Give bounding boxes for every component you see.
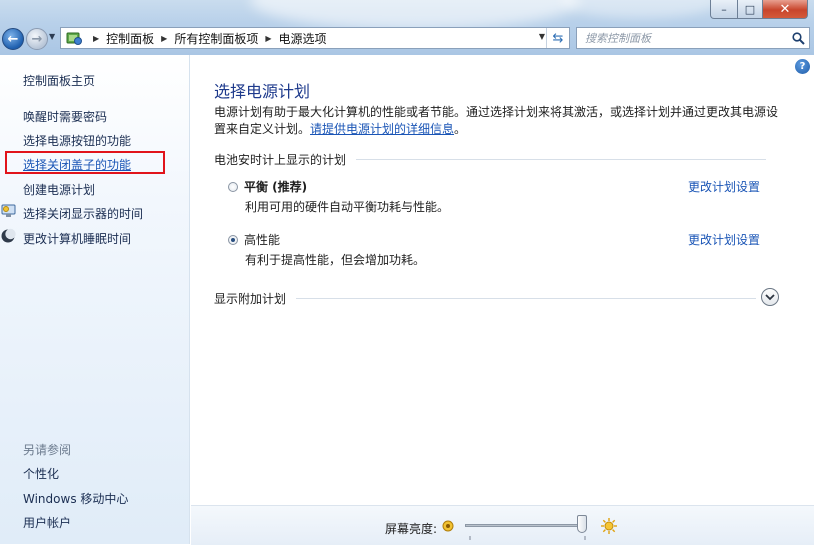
divider [296,298,757,299]
breadcrumb-separator-icon[interactable]: ▶ [161,34,167,43]
help-icon[interactable]: ? [795,59,810,74]
sidebar-item-control-panel-home[interactable]: 控制面板主页 [23,72,95,89]
search-box[interactable] [576,27,810,49]
chevron-down-icon [765,294,775,301]
page-title: 选择电源计划 [214,82,311,101]
breadcrumb-power-options[interactable]: 电源选项 [279,30,327,47]
high-performance-plan-radio[interactable] [228,235,238,245]
refresh-icon[interactable]: ⇆ [546,28,569,48]
sidebar-item-display-off[interactable]: 选择关闭显示器的时间 [23,205,143,222]
window-controls: – □ ✕ [710,0,808,20]
sidebar-item-create-plan[interactable]: 创建电源计划 [23,181,95,198]
extra-plans-group[interactable]: 显示附加计划 [214,290,769,307]
divider [356,159,767,160]
sidebar-item-power-button[interactable]: 选择电源按钮的功能 [23,132,131,149]
balanced-plan-radio[interactable] [228,182,238,192]
breadcrumb-separator-icon[interactable]: ▶ [93,34,99,43]
balanced-plan-description: 利用可用的硬件自动平衡功耗与性能。 [245,200,450,214]
back-button[interactable]: ← [2,28,24,50]
brightness-low-icon [442,520,454,532]
group-heading: 显示附加计划 [214,292,287,306]
sidebar-item-user-accounts[interactable]: 用户帐户 [23,514,71,531]
monitor-icon [0,203,18,219]
control-panel-icon [65,29,83,47]
balanced-plan-name[interactable]: 平衡 (推荐) [244,178,307,195]
see-also-heading: 另请参阅 [23,443,72,457]
sidebar-item-sleep-time[interactable]: 更改计算机睡眠时间 [23,230,131,247]
sidebar: 控制面板主页 唤醒时需要密码 选择电源按钮的功能 选择关闭盖子的功能 创建电源计… [0,55,190,544]
recent-pages-dropdown[interactable]: ▼ [49,32,55,41]
sidebar-item-require-password[interactable]: 唤醒时需要密码 [23,108,107,125]
brightness-label: 屏幕亮度: [385,522,438,536]
forward-button[interactable]: → [26,28,48,50]
brightness-slider-track[interactable] [465,524,587,527]
change-high-performance-plan-link[interactable]: 更改计划设置 [688,231,760,248]
brightness-slider-thumb[interactable] [577,515,587,533]
close-button[interactable]: ✕ [763,0,808,19]
description-text: 电源计划有助于最大化计算机的性能或者节能。通过选择计划来将其激活，或选择计划并通… [214,105,779,136]
brightness-high-icon [600,517,618,535]
slider-ticks [469,536,586,540]
search-input[interactable] [577,30,787,46]
maximize-button[interactable]: □ [738,0,763,19]
sidebar-item-personalization[interactable]: 个性化 [23,465,59,482]
battery-plans-group: 电池安时计上显示的计划 [214,151,779,168]
back-arrow-icon: ← [7,31,19,47]
plan-details-link[interactable]: 请提供电源计划的详细信息 [310,122,454,136]
address-bar[interactable]: ▶ 控制面板 ▶ 所有控制面板项 ▶ 电源选项 ▼ ⇆ [60,27,570,49]
breadcrumb-control-panel[interactable]: 控制面板 [106,30,154,47]
window-chrome: – □ ✕ ← → ▼ ▶ 控制面板 ▶ 所有控制面板项 ▶ 电源选项 ▼ ⇆ [0,0,814,55]
change-balanced-plan-link[interactable]: 更改计划设置 [688,178,760,195]
group-heading: 电池安时计上显示的计划 [214,153,347,167]
high-performance-plan-description: 有利于提高性能，但会增加功耗。 [245,253,426,267]
moon-icon [0,228,18,244]
address-dropdown-icon[interactable]: ▼ [539,32,545,41]
minimize-button[interactable]: – [710,0,738,19]
breadcrumb-separator-icon[interactable]: ▶ [265,34,271,43]
breadcrumb-all-items[interactable]: 所有控制面板项 [174,30,258,47]
sidebar-item-mobility-center[interactable]: Windows 移动中心 [23,490,128,507]
forward-arrow-icon: → [31,31,43,47]
main-content: ? 选择电源计划 电源计划有助于最大化计算机的性能或者节能。通过选择计划来将其激… [191,55,814,505]
search-icon[interactable] [787,28,809,48]
high-performance-plan-name[interactable]: 高性能 [244,231,280,248]
expand-extra-plans-button[interactable] [761,288,779,306]
page-description: 电源计划有助于最大化计算机的性能或者节能。通过选择计划来将其激活，或选择计划并通… [214,104,784,138]
brightness-bar: 屏幕亮度: [191,505,814,545]
description-end: 。 [454,122,467,136]
sidebar-item-close-lid[interactable]: 选择关闭盖子的功能 [23,156,131,173]
